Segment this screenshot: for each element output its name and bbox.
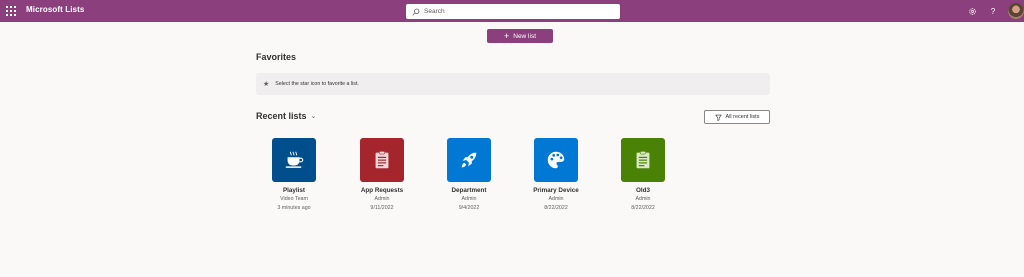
search-icon bbox=[412, 8, 420, 16]
new-list-button[interactable]: + New list bbox=[487, 29, 553, 43]
new-list-label: New list bbox=[513, 32, 537, 40]
plus-icon: + bbox=[503, 30, 510, 41]
app-title[interactable]: Microsoft Lists bbox=[26, 5, 84, 14]
list-tile bbox=[272, 138, 316, 182]
suite-header: Microsoft Lists ? bbox=[0, 0, 1024, 22]
list-name: Old3 bbox=[636, 187, 650, 194]
list-card-playlist[interactable]: Playlist Video Team 3 minutes ago bbox=[259, 138, 329, 212]
list-date: 8/22/2022 bbox=[544, 205, 568, 211]
list-tile bbox=[621, 138, 665, 182]
recent-lists-heading[interactable]: Recent lists ⌄ bbox=[256, 111, 316, 121]
list-date: 3 minutes ago bbox=[277, 205, 311, 211]
all-recent-lists-label: All recent lists bbox=[725, 114, 760, 120]
list-tile bbox=[360, 138, 404, 182]
list-owner: Admin bbox=[461, 196, 477, 202]
favorites-hint: Select the star icon to favorite a list. bbox=[275, 81, 359, 87]
list-date: 9/11/2022 bbox=[370, 205, 394, 211]
list-owner: Admin bbox=[548, 196, 564, 202]
waffle-icon[interactable] bbox=[5, 5, 17, 17]
list-owner: Video Team bbox=[280, 196, 308, 202]
list-tile bbox=[534, 138, 578, 182]
clipboard-icon bbox=[375, 151, 389, 169]
list-name: Primary Device bbox=[533, 187, 579, 194]
avatar[interactable] bbox=[1008, 3, 1024, 19]
all-recent-lists-button[interactable]: All recent lists bbox=[704, 110, 770, 124]
favorites-heading: Favorites bbox=[256, 52, 297, 62]
rocket-icon bbox=[461, 152, 477, 168]
search-box[interactable] bbox=[406, 4, 620, 19]
list-owner: Admin bbox=[374, 196, 390, 202]
recent-lists-label: Recent lists bbox=[256, 111, 307, 121]
list-name: Department bbox=[451, 187, 487, 194]
palette-icon bbox=[547, 151, 565, 169]
settings-icon[interactable] bbox=[966, 5, 978, 17]
list-card-old3[interactable]: Old3 Admin 8/22/2022 bbox=[608, 138, 678, 212]
list-card-primary-device[interactable]: Primary Device Admin 8/22/2022 bbox=[521, 138, 591, 212]
list-name: App Requests bbox=[360, 187, 404, 194]
list-tile bbox=[447, 138, 491, 182]
favorites-empty-panel: ★ Select the star icon to favorite a lis… bbox=[256, 73, 770, 95]
search-input[interactable] bbox=[424, 8, 614, 15]
list-card-app-requests[interactable]: App Requests Admin 9/11/2022 bbox=[347, 138, 417, 212]
star-icon: ★ bbox=[263, 81, 270, 88]
filter-icon bbox=[714, 114, 722, 121]
list-date: 9/4/2022 bbox=[458, 205, 480, 211]
list-owner: Admin bbox=[635, 196, 651, 202]
clipboard-icon bbox=[636, 151, 650, 169]
list-card-department[interactable]: Department Admin 9/4/2022 bbox=[434, 138, 504, 212]
list-date: 8/22/2022 bbox=[631, 205, 655, 211]
help-icon[interactable]: ? bbox=[987, 5, 999, 17]
chevron-down-icon: ⌄ bbox=[310, 113, 317, 120]
coffee-cup-icon bbox=[285, 151, 304, 168]
list-name: Playlist bbox=[282, 187, 306, 194]
